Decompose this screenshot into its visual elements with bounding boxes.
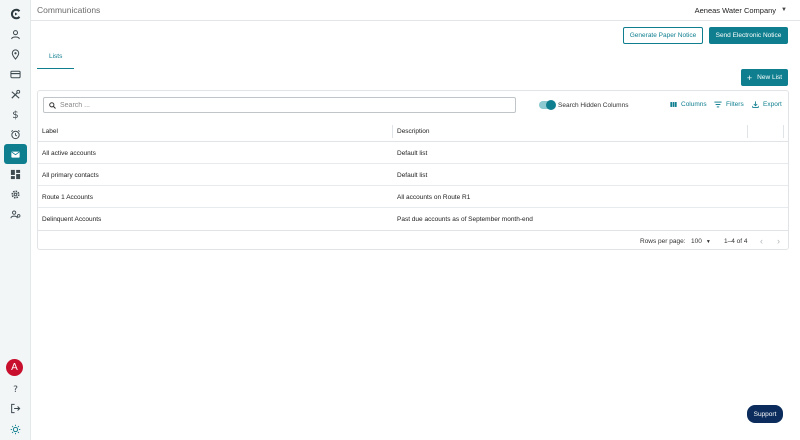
alarm-clock-icon[interactable] [0,124,31,144]
cell-label: Route 1 Accounts [42,194,93,201]
cell-label: All primary contacts [42,172,99,179]
location-pin-icon[interactable] [0,44,31,64]
download-icon [752,101,759,108]
filters-label: Filters [726,101,744,108]
table-row[interactable]: Delinquent Accounts Past due accounts as… [38,208,788,230]
column-header-description[interactable]: Description [397,128,430,135]
export-label: Export [763,101,782,108]
plus-icon: + [746,72,753,83]
generate-paper-notice-button[interactable]: Generate Paper Notice [623,27,703,44]
credit-card-icon[interactable] [0,64,31,84]
svg-text:$: $ [12,110,18,120]
sidebar: $ A ? [0,0,31,440]
search-box[interactable] [43,97,516,113]
svg-text:?: ? [13,384,18,394]
column-separator[interactable] [747,125,748,138]
export-button[interactable]: Export [752,101,782,108]
column-separator[interactable] [392,125,393,138]
cell-label: Delinquent Accounts [42,216,102,223]
table-row[interactable]: All active accounts Default list [38,142,788,164]
new-list-button[interactable]: + New List [741,69,788,86]
pagination-range: 1–4 of 4 [724,238,748,245]
toggle-knob [546,100,556,110]
table-row[interactable]: Route 1 Accounts All accounts on Route R… [38,186,788,208]
company-name: Aeneas Water Company [694,5,777,15]
avatar[interactable]: A [6,359,23,376]
table-header: Label Description [38,121,788,142]
send-electronic-notice-button[interactable]: Send Electronic Notice [709,27,788,44]
company-selector[interactable]: Aeneas Water Company ▼ [695,6,787,15]
toggle-label: Search Hidden Columns [558,102,629,109]
tab-lists[interactable]: Lists [37,49,75,69]
rows-per-page-select[interactable]: 100 ▼ [691,238,711,245]
mail-icon[interactable] [4,144,27,164]
tools-icon[interactable] [0,84,31,104]
filters-button[interactable]: Filters [714,101,744,108]
help-icon[interactable]: ? [0,378,31,398]
dashboard-icon[interactable] [0,164,31,184]
table-footer: Rows per page: 100 ▼ 1–4 of 4 ‹ › [38,230,788,250]
cell-description: Default list [397,172,428,179]
cell-description: Past due accounts as of September month-… [397,216,533,223]
columns-button[interactable]: Columns [670,101,707,108]
cell-description: All accounts on Route R1 [397,194,471,201]
dollar-icon[interactable]: $ [0,104,31,124]
logo-icon[interactable] [0,4,31,24]
tab-bar: Lists [37,45,75,69]
support-button[interactable]: Support [747,405,783,423]
rows-per-page-label: Rows per page: [640,238,686,245]
columns-icon [670,102,677,107]
page-title: Communications [37,5,101,15]
next-page-icon[interactable]: › [777,236,780,246]
brightness-icon[interactable] [0,419,31,439]
rows-per-page-value: 100 [691,238,702,245]
column-header-label[interactable]: Label [42,128,58,135]
search-icon [49,101,56,109]
filter-icon [714,101,722,108]
search-input[interactable] [60,101,460,109]
gear-icon[interactable] [0,184,31,204]
new-list-label: New List [757,74,783,81]
logout-icon[interactable] [0,398,31,418]
users-admin-icon[interactable] [0,204,31,224]
previous-page-icon[interactable]: ‹ [760,236,763,246]
table-row[interactable]: All primary contacts Default list [38,164,788,186]
columns-label: Columns [681,101,707,108]
chevron-down-icon: ▼ [705,238,711,245]
cell-label: All active accounts [42,150,96,157]
top-bar: Communications Aeneas Water Company ▼ [31,0,800,21]
cell-description: Default list [397,150,428,157]
column-separator[interactable] [783,125,784,138]
search-hidden-columns-toggle[interactable] [539,100,556,110]
user-icon[interactable] [0,24,31,44]
lists-table: Search Hidden Columns Columns Filters Ex… [37,90,789,250]
chevron-down-icon: ▼ [781,7,787,13]
